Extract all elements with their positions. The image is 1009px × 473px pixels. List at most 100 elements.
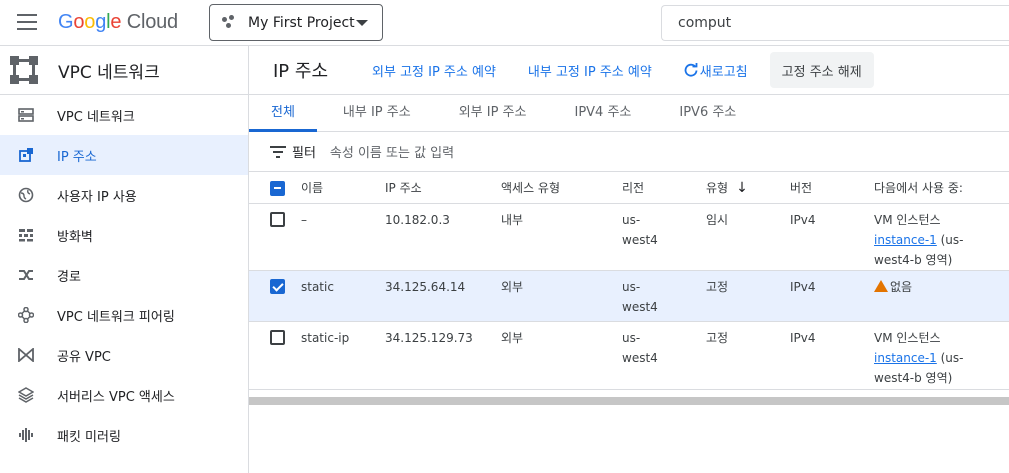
sidebar-item-peering[interactable]: VPC 네트워크 피어링 — [0, 295, 248, 335]
logo-letter: o — [84, 11, 96, 33]
used-by-zone-end: west4-b 영역) — [874, 252, 953, 267]
release-static-address-button[interactable]: 고정 주소 해제 — [769, 52, 874, 88]
sidebar-item-label: IP 주소 — [57, 149, 97, 165]
sidebar-item-firewall[interactable]: 방화벽 — [0, 215, 248, 255]
refresh-button[interactable]: 새로고침 — [684, 61, 748, 80]
logo-letter: g — [95, 11, 107, 33]
tab-ipv6[interactable]: IPV6 주소 — [653, 95, 758, 131]
cell-used-by: 없음 — [874, 270, 1009, 322]
table-row[interactable]: – 10.182.0.3 내부 us-west4 임시 IPv4 VM 인스턴스… — [249, 203, 1009, 271]
region-line: us- — [622, 330, 641, 345]
sidebar-title: VPC 네트워크 — [58, 62, 160, 83]
cell-version: IPv4 — [790, 321, 874, 390]
table-row[interactable]: static 34.125.64.14 외부 us-west4 고정 IPv4 … — [249, 270, 1009, 322]
logo-cloud-text: Cloud — [126, 11, 178, 33]
search-input[interactable]: comput — [661, 5, 1009, 41]
firewall-icon — [17, 226, 35, 244]
sidebar-item-shared-vpc[interactable]: 공유 VPC — [0, 335, 248, 375]
sidebar: VPC 네트워크 VPC 네트워크 IP 주소 사용자 IP 사용 방화벽 경로 — [0, 46, 249, 473]
tab-external-ip[interactable]: 외부 IP 주소 — [433, 95, 549, 131]
sidebar-item-vpc-network[interactable]: VPC 네트워크 — [0, 95, 248, 135]
sidebar-item-packet-mirroring[interactable]: 패킷 미러링 — [0, 415, 248, 455]
cell-ip: 34.125.129.73 — [385, 321, 501, 390]
vpc-network-icon — [17, 106, 35, 124]
tab-ipv4[interactable]: IPV4 주소 — [548, 95, 653, 131]
sort-descending-icon: ↓ — [736, 179, 748, 196]
filter-input[interactable]: 속성 이름 또는 값 입력 — [330, 142, 454, 161]
sidebar-item-ip-address[interactable]: IP 주소 — [0, 135, 248, 175]
reserve-external-ip-button[interactable]: 외부 고정 IP 주소 예약 — [372, 61, 496, 80]
used-by-none: 없음 — [890, 279, 913, 294]
logo-letter: o — [73, 11, 85, 33]
tab-all[interactable]: 전체 — [249, 95, 317, 132]
sidebar-header: VPC 네트워크 — [0, 46, 248, 95]
project-selector[interactable]: My First Project — [209, 4, 383, 41]
column-header-type-label: 유형 — [706, 180, 729, 195]
column-header-region[interactable]: 리전 — [622, 172, 706, 204]
main-content: IP 주소 외부 고정 IP 주소 예약 내부 고정 IP 주소 예약 새로고침… — [249, 46, 1009, 473]
refresh-label: 새로고침 — [699, 64, 748, 80]
used-by-zone-end: west4-b 영역) — [874, 370, 953, 385]
column-header-used-by[interactable]: 다음에서 사용 중: — [874, 172, 1009, 204]
instance-link[interactable]: instance-1 — [874, 233, 937, 247]
cell-name: static — [301, 270, 385, 322]
cell-region: us-west4 — [622, 203, 706, 271]
select-all-checkbox[interactable] — [270, 180, 285, 196]
cell-access-type: 내부 — [501, 203, 622, 271]
cell-type: 고정 — [706, 270, 790, 322]
column-header-access-type[interactable]: 액세스 유형 — [501, 172, 622, 204]
top-bar: Google Cloud My First Project comput — [0, 0, 1009, 46]
filter-bar: 필터 속성 이름 또는 값 입력 — [249, 132, 1009, 172]
row-checkbox[interactable] — [270, 278, 285, 294]
packet-mirroring-icon — [17, 426, 35, 444]
instance-link[interactable]: instance-1 — [874, 351, 937, 365]
sidebar-item-routes[interactable]: 경로 — [0, 255, 248, 295]
filter-icon — [270, 145, 286, 158]
google-cloud-logo[interactable]: Google Cloud — [58, 11, 178, 34]
cell-region: us-west4 — [622, 321, 706, 390]
table-row[interactable]: static-ip 34.125.129.73 외부 us-west4 고정 I… — [249, 321, 1009, 390]
column-header-version[interactable]: 버전 — [790, 172, 874, 204]
shared-vpc-icon — [17, 346, 35, 364]
table-header-row: 이름 IP 주소 액세스 유형 리전 유형 ↓ 버전 다음에서 사용 중: — [249, 172, 1009, 204]
cell-name: static-ip — [301, 321, 385, 390]
cell-name: – — [301, 203, 385, 271]
cell-access-type: 외부 — [501, 321, 622, 390]
column-header-name[interactable]: 이름 — [301, 172, 385, 204]
region-line: west4 — [622, 232, 658, 247]
cell-type: 고정 — [706, 321, 790, 390]
cell-ip: 10.182.0.3 — [385, 203, 501, 271]
cell-version: IPv4 — [790, 203, 874, 271]
used-by-zone-start: (us- — [936, 232, 964, 247]
vpc-product-icon — [10, 56, 38, 84]
project-icon — [222, 14, 238, 31]
sidebar-item-label: 경로 — [57, 269, 81, 285]
sidebar-item-user-ip[interactable]: 사용자 IP 사용 — [0, 175, 248, 215]
cell-used-by: VM 인스턴스 instance-1 (us- west4-b 영역) — [874, 321, 1009, 390]
page-title: IP 주소 — [273, 61, 329, 82]
tab-internal-ip[interactable]: 내부 IP 주소 — [317, 95, 433, 131]
main-menu-icon[interactable] — [17, 14, 37, 30]
sidebar-item-serverless[interactable]: 서버리스 VPC 액세스 — [0, 375, 248, 415]
region-line: west4 — [622, 299, 658, 314]
column-header-type[interactable]: 유형 ↓ — [706, 172, 790, 204]
used-by-kind: VM 인스턴스 — [874, 212, 941, 227]
peering-icon — [17, 306, 35, 324]
column-header-ip[interactable]: IP 주소 — [385, 172, 501, 204]
reserve-internal-ip-button[interactable]: 내부 고정 IP 주소 예약 — [528, 61, 652, 80]
logo-letter: G — [58, 11, 74, 33]
routes-icon — [17, 266, 35, 284]
sidebar-item-label: VPC 네트워크 — [57, 109, 135, 125]
row-checkbox[interactable] — [270, 329, 285, 345]
refresh-icon — [684, 63, 698, 77]
sidebar-item-label: 서버리스 VPC 액세스 — [57, 389, 175, 405]
globe-icon — [17, 186, 35, 204]
horizontal-scrollbar[interactable] — [249, 397, 1009, 405]
cell-type: 임시 — [706, 203, 790, 271]
cell-version: IPv4 — [790, 270, 874, 322]
used-by-kind: VM 인스턴스 — [874, 330, 941, 345]
page-header: IP 주소 외부 고정 IP 주소 예약 내부 고정 IP 주소 예약 새로고침… — [249, 46, 1009, 95]
sidebar-item-label: 공유 VPC — [57, 349, 111, 365]
filter-label[interactable]: 필터 — [292, 142, 316, 161]
row-checkbox[interactable] — [270, 211, 285, 227]
